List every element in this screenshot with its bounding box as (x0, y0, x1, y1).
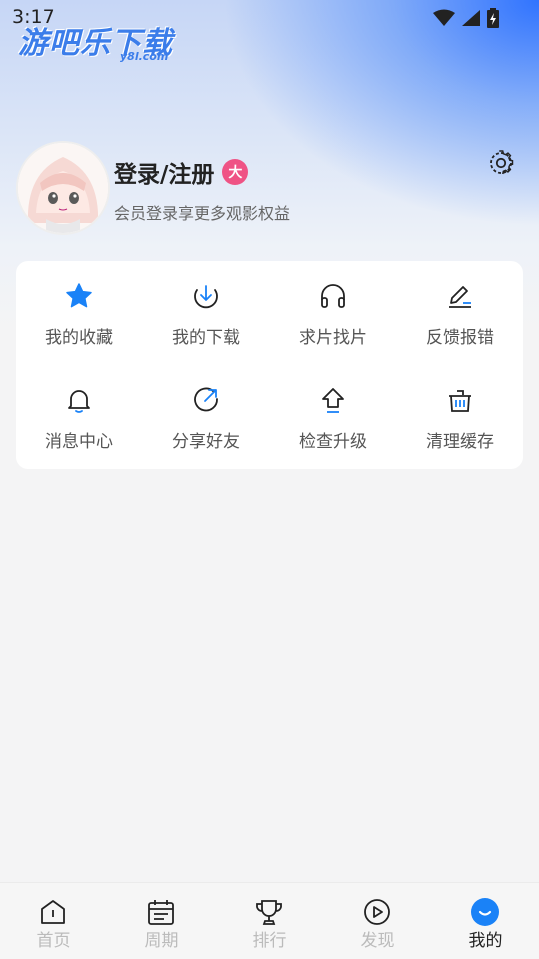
play-icon (364, 899, 390, 925)
bell-icon (68, 390, 90, 413)
menu-label: 求片找片 (299, 328, 367, 348)
menu-item-downloads[interactable]: 我的下载 (143, 261, 269, 351)
tab-ranking[interactable]: 排行 (216, 883, 323, 959)
signal-icon (462, 10, 480, 26)
avatar[interactable] (16, 141, 110, 235)
feature-card: 我的收藏 我的下载 求片找片 反馈报错 消息中心 分享好友 检查升级 清理缓存 (16, 261, 523, 469)
login-register-label[interactable]: 登录/注册 (114, 155, 214, 189)
upgrade-icon (322, 388, 344, 413)
menu-label: 反馈报错 (426, 328, 494, 348)
battery-icon (487, 8, 499, 28)
edit-icon (449, 286, 471, 308)
wifi-icon (433, 9, 455, 26)
tab-label: 首页 (36, 931, 71, 951)
trophy-icon (256, 900, 282, 925)
menu-item-share[interactable]: 分享好友 (143, 365, 269, 455)
tab-label: 周期 (144, 931, 179, 951)
avatar-image (18, 143, 108, 233)
tab-label: 排行 (252, 931, 287, 951)
tab-discover[interactable]: 发现 (324, 883, 431, 959)
menu-item-request[interactable]: 求片找片 (270, 261, 396, 351)
member-subtitle: 会员登录享更多观影权益 (114, 204, 291, 223)
menu-item-upgrade[interactable]: 检查升级 (270, 365, 396, 455)
menu-label: 分享好友 (172, 432, 240, 452)
headphones-icon (321, 284, 345, 308)
menu-item-messages[interactable]: 消息中心 (16, 365, 142, 455)
menu-label: 我的下载 (172, 328, 240, 348)
tab-label: 发现 (360, 931, 395, 951)
menu-label: 消息中心 (45, 432, 113, 452)
profile-icon (471, 898, 499, 926)
menu-label: 检查升级 (299, 432, 367, 452)
tab-mine[interactable]: 我的 (432, 883, 539, 959)
menu-item-feedback[interactable]: 反馈报错 (397, 261, 523, 351)
vip-badge: 大 (222, 159, 249, 185)
login-row[interactable]: 登录/注册 大 (114, 155, 249, 189)
menu-label: 清理缓存 (426, 432, 494, 452)
menu-item-clear-cache[interactable]: 清理缓存 (397, 365, 523, 455)
trash-icon (449, 390, 471, 412)
share-icon (194, 387, 218, 412)
settings-gear-icon[interactable] (486, 148, 516, 178)
calendar-icon (148, 900, 174, 925)
star-icon (66, 283, 92, 308)
tab-label: 我的 (468, 931, 503, 951)
home-icon (41, 900, 65, 924)
watermark-sub: y8l.com (120, 50, 169, 63)
menu-item-favorites[interactable]: 我的收藏 (16, 261, 142, 351)
tab-home[interactable]: 首页 (0, 883, 107, 959)
tab-cycle[interactable]: 周期 (108, 883, 215, 959)
feature-grid: 我的收藏 我的下载 求片找片 反馈报错 消息中心 分享好友 检查升级 清理缓存 (16, 261, 523, 469)
watermark-logo: 游吧乐下载 y8l.com (18, 18, 188, 68)
bottom-tab-bar: 首页 周期 排行 发现 我的 (0, 882, 539, 959)
menu-label: 我的收藏 (45, 328, 113, 348)
status-icons (433, 8, 499, 28)
download-icon (194, 285, 218, 309)
